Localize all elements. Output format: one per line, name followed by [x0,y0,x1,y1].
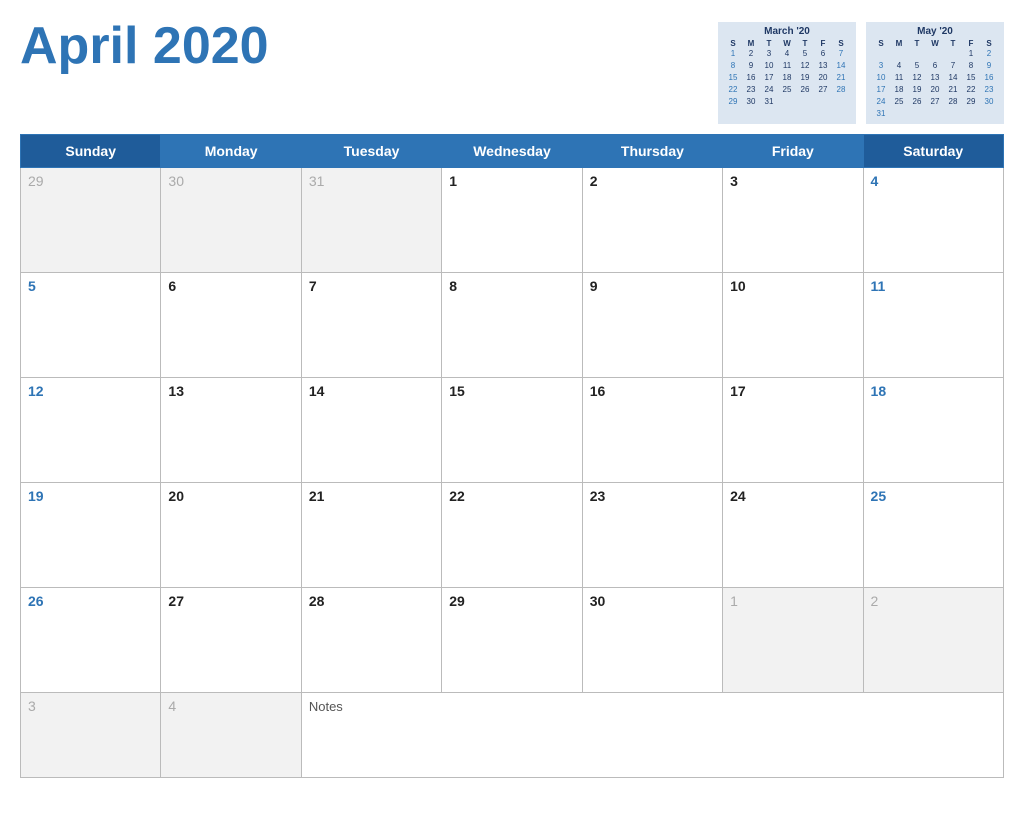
calendar-header-row: SundayMondayTuesdayWednesdayThursdayFrid… [21,135,1004,168]
calendar-cell: 23 [582,483,722,588]
notes-cell: Notes [301,693,1003,778]
day-number: 31 [309,173,325,189]
calendar-cell: 31 [301,168,441,273]
calendar-cell: 27 [161,588,301,693]
day-number: 6 [168,278,176,294]
day-number: 22 [449,488,465,504]
calendar-cell: 2 [582,168,722,273]
calendar-cell: 8 [442,273,582,378]
day-number: 1 [730,593,738,609]
calendar-week-row: 3 4 Notes [21,693,1004,778]
calendar-week-row: 12 13 14 15 16 17 18 [21,378,1004,483]
day-number: 7 [309,278,317,294]
day-number: 11 [871,278,886,294]
calendar-body: 2930311234567891011121314151617181920212… [21,168,1004,778]
calendar-cell: 15 [442,378,582,483]
calendar-cell: 14 [301,378,441,483]
calendar-cell: 29 [21,168,161,273]
day-number: 20 [168,488,184,504]
calendar-cell: 4 [863,168,1003,273]
day-number: 5 [28,278,36,294]
day-number: 2 [590,173,598,189]
mini-calendars: March '20SMTWTFS123456789101112131415161… [718,22,1004,124]
day-number: 16 [590,383,606,399]
calendar-cell: 30 [161,168,301,273]
col-header-saturday: Saturday [863,135,1003,168]
day-number: 17 [730,383,746,399]
day-number: 1 [449,173,457,189]
day-number: 30 [168,173,184,189]
calendar-cell: 19 [21,483,161,588]
day-number: 18 [871,383,887,399]
col-header-monday: Monday [161,135,301,168]
calendar-cell: 21 [301,483,441,588]
calendar-cell: 30 [582,588,722,693]
calendar-cell: 29 [442,588,582,693]
calendar-cell: 2 [863,588,1003,693]
day-number: 9 [590,278,598,294]
day-number: 8 [449,278,457,294]
page-title: April 2020 [20,18,269,75]
calendar-cell: 13 [161,378,301,483]
day-number: 19 [28,488,44,504]
col-header-sunday: Sunday [21,135,161,168]
calendar-cell: 17 [723,378,863,483]
calendar-cell: 28 [301,588,441,693]
day-number: 29 [28,173,44,189]
day-number: 23 [590,488,606,504]
calendar-cell: 1 [442,168,582,273]
day-number: 29 [449,593,465,609]
day-number: 26 [28,593,44,609]
day-number: 3 [730,173,738,189]
col-header-wednesday: Wednesday [442,135,582,168]
calendar-cell: 11 [863,273,1003,378]
calendar-cell: 24 [723,483,863,588]
calendar-cell: 3 [723,168,863,273]
day-number: 12 [28,383,44,399]
calendar-cell: 5 [21,273,161,378]
calendar-cell: 10 [723,273,863,378]
day-number: 30 [590,593,606,609]
day-number: 2 [871,593,879,609]
calendar-cell: 6 [161,273,301,378]
day-number: 25 [871,488,887,504]
calendar-cell: 22 [442,483,582,588]
day-number: 21 [309,488,325,504]
day-number: 13 [168,383,184,399]
day-number: 10 [730,278,746,294]
calendar-week-row: 5 6 7 8 9 10 11 [21,273,1004,378]
day-number: 4 [871,173,879,189]
day-number: 14 [309,383,325,399]
calendar-cell: 20 [161,483,301,588]
calendar-week-row: 19 20 21 22 23 24 25 [21,483,1004,588]
calendar-cell: 18 [863,378,1003,483]
day-number: 24 [730,488,746,504]
calendar-week-row: 26 27 28 29 30 1 2 [21,588,1004,693]
calendar-cell: 12 [21,378,161,483]
day-number: 28 [309,593,325,609]
calendar-cell: 9 [582,273,722,378]
calendar-week-row: 29 30 31 1 2 3 4 [21,168,1004,273]
page-header: April 2020 March '20SMTWTFS1234567891011… [20,18,1004,124]
calendar-cell: 3 [21,693,161,778]
calendar-cell: 16 [582,378,722,483]
calendar-cell: 26 [21,588,161,693]
calendar-cell: 7 [301,273,441,378]
col-header-tuesday: Tuesday [301,135,441,168]
calendar-cell: 4 [161,693,301,778]
col-header-friday: Friday [723,135,863,168]
main-calendar: SundayMondayTuesdayWednesdayThursdayFrid… [20,134,1004,778]
col-header-thursday: Thursday [582,135,722,168]
day-number: 27 [168,593,184,609]
mini-cal: March '20SMTWTFS123456789101112131415161… [718,22,856,124]
day-number: 15 [449,383,465,399]
calendar-cell: 25 [863,483,1003,588]
day-number: 3 [28,698,36,714]
notes-label: Notes [309,699,343,714]
calendar-cell: 1 [723,588,863,693]
day-number: 4 [168,698,176,714]
mini-cal: May '20SMTWTFS12345678910111213141516171… [866,22,1004,124]
